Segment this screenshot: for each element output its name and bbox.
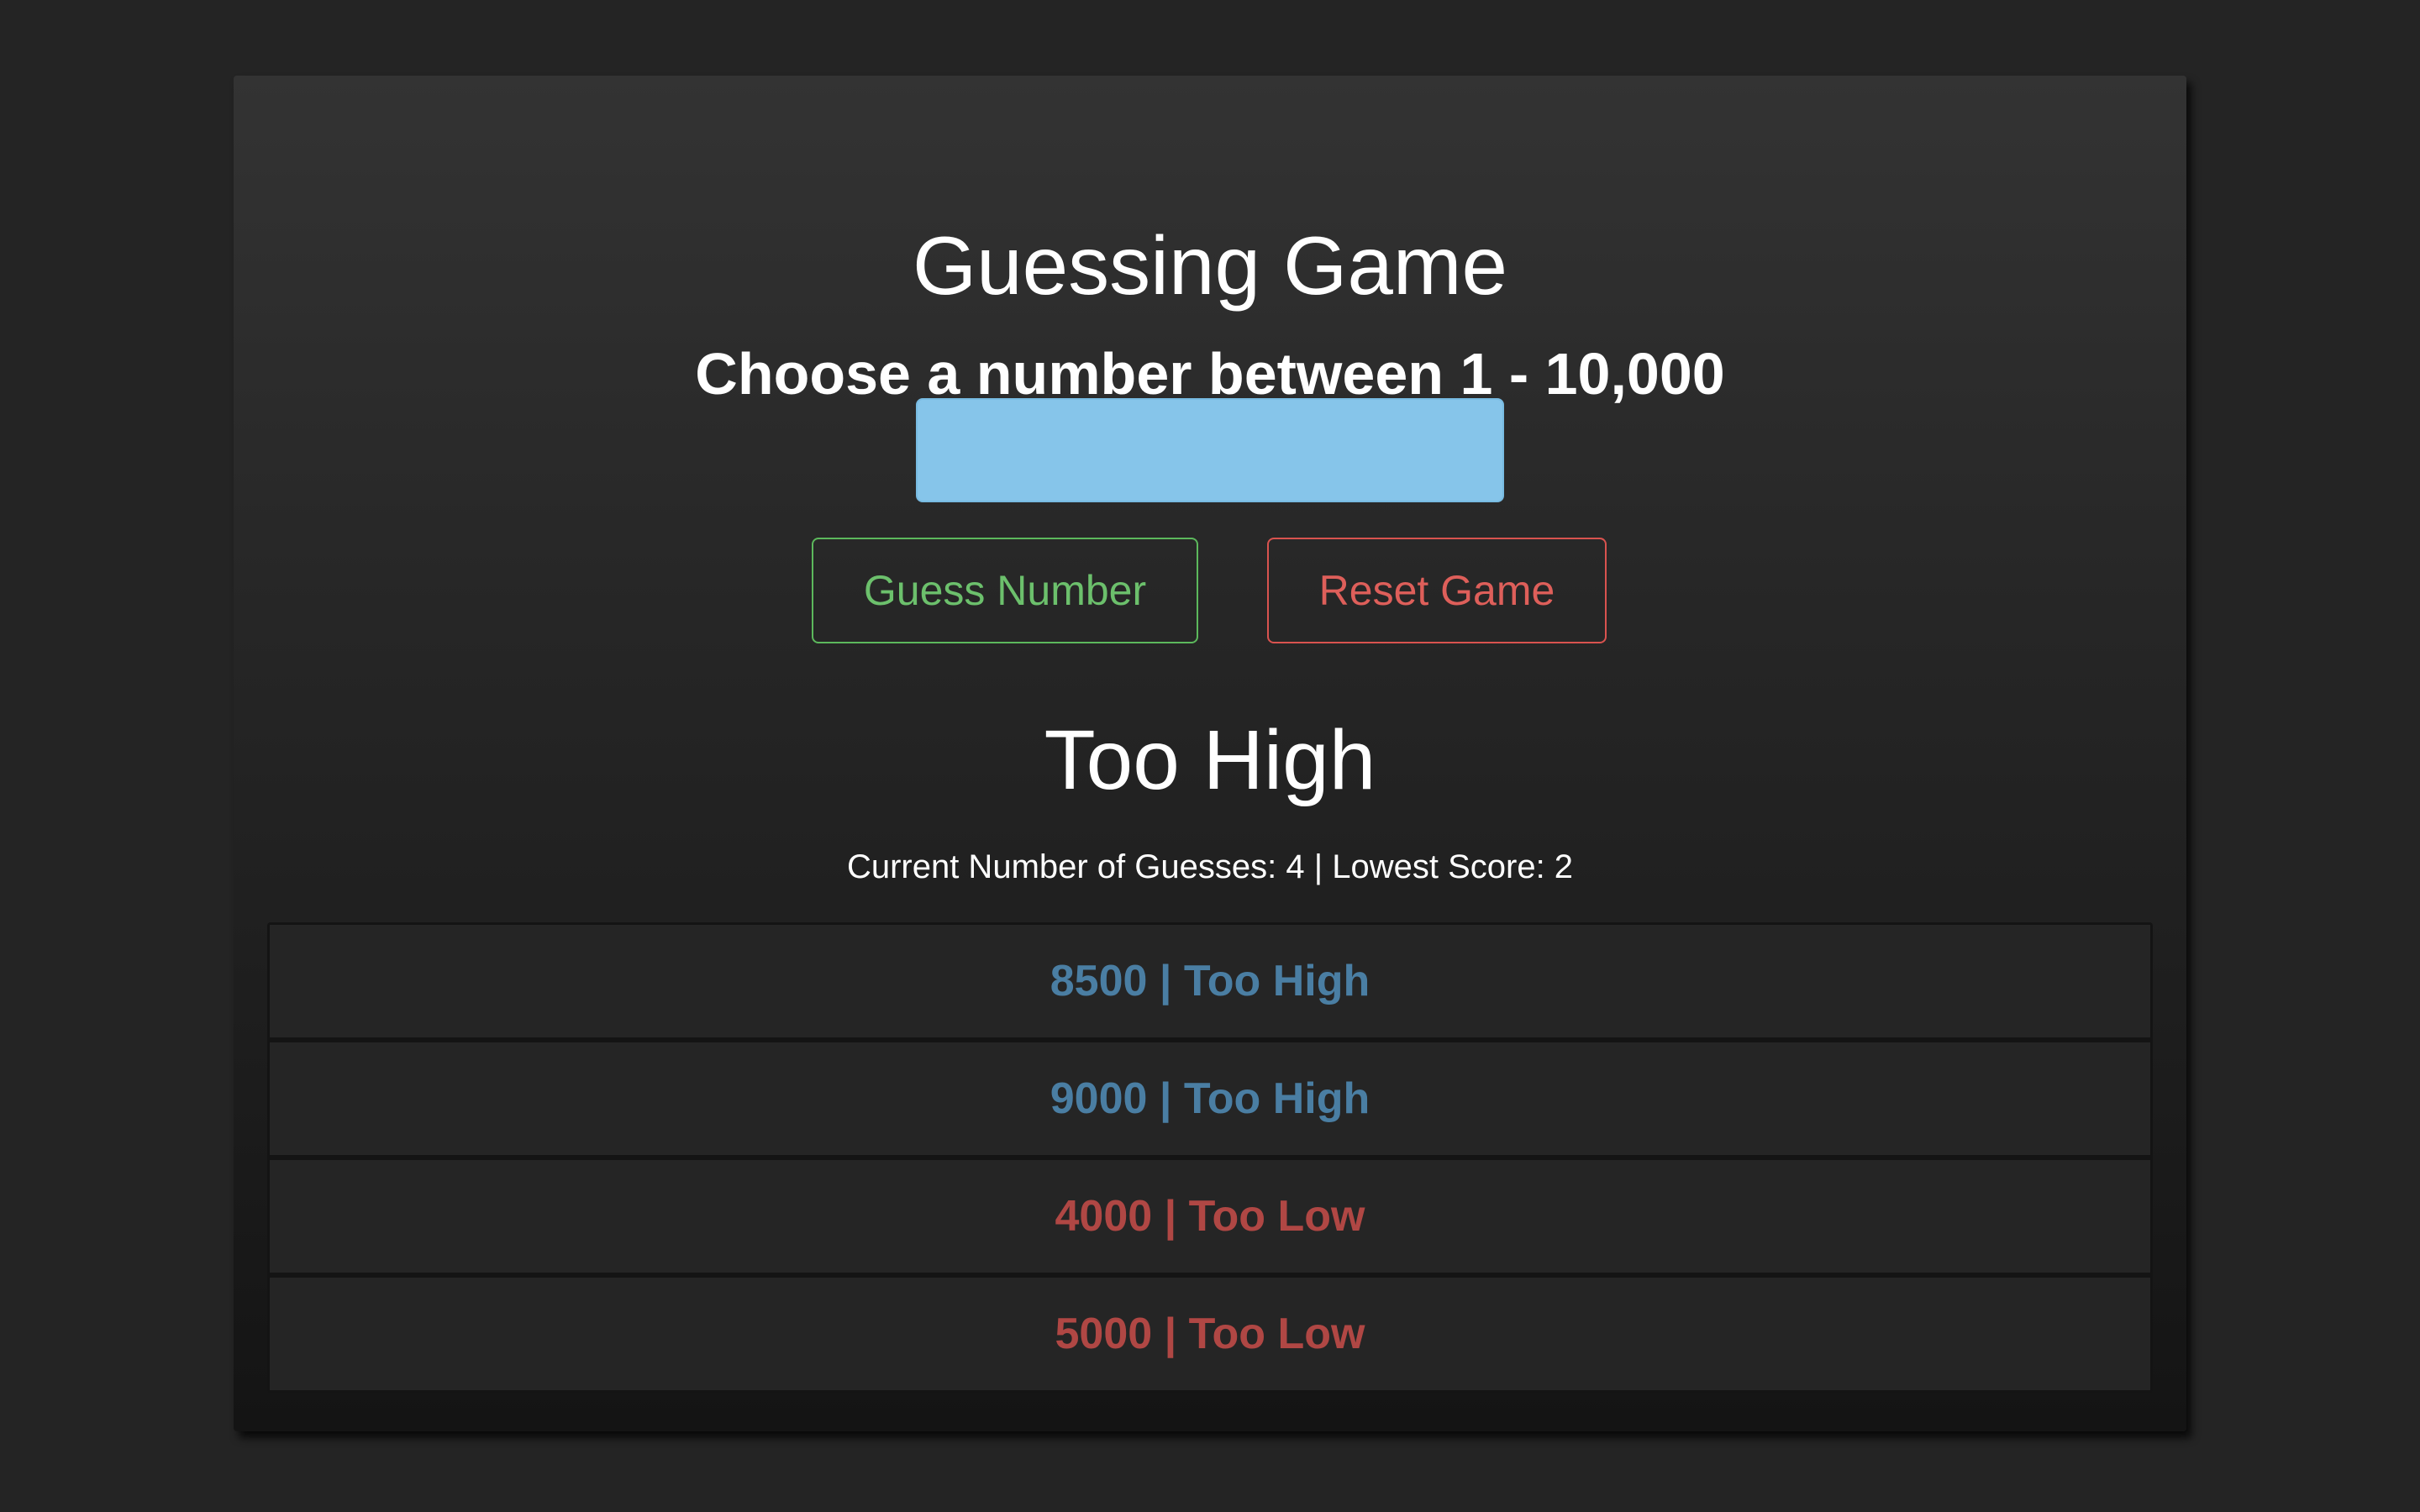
history-item: 8500 | Too High [270,925,2150,1037]
history-item: 4000 | Too Low [270,1160,2150,1273]
reset-game-button[interactable]: Reset Game [1267,538,1607,643]
guess-history-list: 8500 | Too High 9000 | Too High 4000 | T… [267,922,2153,1393]
history-item: 9000 | Too High [270,1042,2150,1155]
guess-input[interactable] [916,398,1504,502]
guess-number-button[interactable]: Guess Number [812,538,1198,643]
result-message: Too High [1044,713,1376,807]
history-item: 5000 | Too Low [270,1278,2150,1390]
game-card: Guessing Game Choose a number between 1 … [234,76,2186,1431]
guess-stats: Current Number of Guesses: 4 | Lowest Sc… [846,848,1574,885]
page-title: Guessing Game [912,219,1508,312]
